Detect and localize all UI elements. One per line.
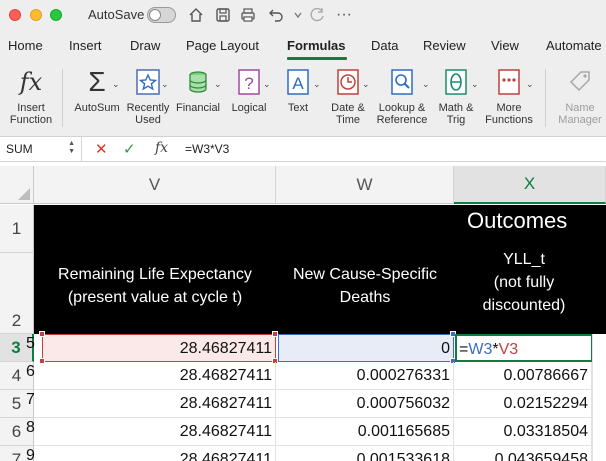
u-cell-fragment[interactable]: 5 [26,335,35,353]
select-all-corner[interactable] [0,166,34,204]
math-trig-button[interactable]: Math & Trig [434,66,478,126]
tag-icon [554,66,606,98]
chevron-down-icon[interactable]: ⌄ [313,79,321,90]
enter-check-icon[interactable]: ✓ [123,140,136,158]
v-column-title: Remaining Life Expectancy (present value… [58,266,252,306]
autosave-toggle[interactable] [147,7,176,23]
chevron-down-icon[interactable]: ⌄ [422,79,430,90]
name-box-spinner-icon[interactable]: ▲ ▼ [68,140,75,156]
ribbon-tabs: Home Insert Draw Page Layout Formulas Da… [0,31,606,61]
formulas-ribbon: fx Insert Function Σ AutoSum ⌄ Recently … [0,61,606,137]
undo-icon[interactable] [266,5,286,25]
tab-draw[interactable]: Draw [130,38,160,53]
tab-insert[interactable]: Insert [69,38,102,53]
lookup-reference-button[interactable]: Lookup & Reference [374,66,430,126]
name-box[interactable]: SUM ▲ ▼ [0,137,82,161]
cell-w3[interactable]: 0 [278,334,454,362]
formula-bar: SUM ▲ ▼ ✕ ✓ fx =W3*V3 [0,137,606,162]
name-manager-button[interactable]: Name Manager [554,66,606,126]
chevron-down-icon[interactable]: ⌄ [112,79,120,90]
tab-home[interactable]: Home [8,38,43,53]
insert-function-icon[interactable]: fx [155,140,168,156]
ribbon-divider [62,69,63,127]
w3-reference: W3 [468,341,493,358]
date-time-button[interactable]: Date & Time [326,66,370,126]
cell-v4[interactable]: 28.46827411 [34,362,276,390]
financial-button[interactable]: Financial [173,66,223,114]
outcomes-title: Outcomes [467,208,568,233]
column-header-v[interactable]: V [34,166,276,204]
recently-used-button[interactable]: Recently Used [124,66,172,126]
chevron-down-icon[interactable]: ⌄ [161,79,169,90]
svg-text:A: A [292,74,304,93]
active-tab-indicator [287,57,347,60]
tab-view[interactable]: View [491,38,519,53]
chevron-down-icon[interactable]: ⌄ [214,79,222,90]
range-handle[interactable] [39,331,45,337]
svg-text:?: ? [244,74,253,93]
cell-x5[interactable]: 0.02152294 [454,390,592,418]
cell-x4[interactable]: 0.00786667 [454,362,592,390]
tab-automate[interactable]: Automate [546,38,602,53]
chevron-down-icon[interactable]: ⌄ [362,79,370,90]
minimize-window-button[interactable] [30,9,42,21]
cell-w4[interactable]: 0.000276331 [276,362,454,390]
cell-v7[interactable]: 28.46827411 [34,446,276,461]
function-icon: fx [19,68,43,96]
column-header-x[interactable]: X [454,166,606,204]
more-icon[interactable]: ··· [334,5,354,25]
cell-v5[interactable]: 28.46827411 [34,390,276,418]
chevron-down-icon[interactable]: ⌄ [263,79,271,90]
tab-review[interactable]: Review [423,38,466,53]
insert-function-button[interactable]: fx Insert Function [6,66,56,126]
cell-v6[interactable]: 28.46827411 [34,418,276,446]
tab-formulas[interactable]: Formulas [287,38,346,53]
spreadsheet-grid: V W X 1 2 3 4 5 6 7 Outcomes Remaining L… [0,162,606,461]
logical-button[interactable]: ? Logical [226,66,272,114]
cancel-icon[interactable]: ✕ [95,140,108,158]
cell-w6[interactable]: 0.001165685 [276,418,454,446]
cell-x3-editing[interactable]: =W3*V3 [455,334,593,362]
autosum-button[interactable]: Σ AutoSum [72,66,122,115]
chevron-down-icon[interactable]: ⌄ [526,79,534,90]
row-header-2[interactable]: 2 [0,253,34,334]
next-column-partial[interactable] [592,334,606,461]
cell-x6[interactable]: 0.03318504 [454,418,592,446]
print-icon[interactable] [238,5,258,25]
close-window-button[interactable] [9,9,21,21]
ribbon-divider [545,69,546,127]
redo-icon[interactable] [307,5,327,25]
row-header-1[interactable]: 1 [0,205,34,253]
column-header-w[interactable]: W [276,166,454,204]
zoom-window-button[interactable] [50,9,62,21]
x-column-title: YLL_t (not fully discounted) [482,251,566,314]
autosave-label: AutoSave [88,7,145,22]
text-button[interactable]: A Text [276,66,320,114]
w-column-title: New Cause-Specific Deaths [292,266,438,306]
formula-input[interactable]: =W3*V3 [185,142,229,156]
more-functions-button[interactable]: More Functions [484,66,534,126]
tab-page-layout[interactable]: Page Layout [186,38,259,53]
cell-x7[interactable]: 0.043659458 [454,446,592,461]
save-icon[interactable] [213,5,233,25]
v3-reference: V3 [498,341,519,358]
tab-data[interactable]: Data [371,38,398,53]
cell-w5[interactable]: 0.000756032 [276,390,454,418]
undo-dropdown-icon[interactable] [288,5,308,25]
chevron-down-icon[interactable]: ⌄ [471,79,479,90]
title-bar: AutoSave ··· [0,0,606,31]
cell-v3[interactable]: 28.46827411 [42,334,276,362]
cell-w7[interactable]: 0.001533618 [276,446,454,461]
home-icon[interactable] [186,5,206,25]
